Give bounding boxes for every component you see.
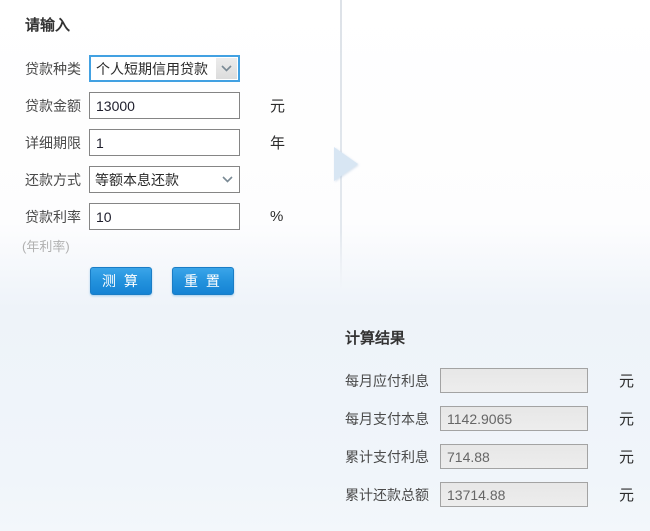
loan-type-dropdown-button[interactable] xyxy=(216,58,237,79)
vertical-divider xyxy=(340,0,342,290)
total-repayment-row: 累计还款总额 元 xyxy=(345,482,645,507)
reset-button[interactable]: 重 置 xyxy=(172,267,234,295)
loan-type-selected-value: 个人短期信用贷款 xyxy=(96,60,208,77)
monthly-interest-row: 每月应付利息 元 xyxy=(345,368,645,393)
calculation-result-panel: 计算结果 每月应付利息 元 每月支付本息 元 累计支付利息 元 累计还款总额 元 xyxy=(345,327,645,520)
annual-rate-note: (年利率) xyxy=(22,239,70,254)
repayment-method-select[interactable]: 等额本息还款 xyxy=(89,166,240,193)
loan-amount-input[interactable] xyxy=(89,92,240,119)
interest-rate-row: 贷款利率 % xyxy=(25,203,325,230)
interest-rate-input[interactable] xyxy=(89,203,240,230)
interest-rate-unit: % xyxy=(270,208,284,225)
total-interest-row: 累计支付利息 元 xyxy=(345,444,645,469)
calculate-button[interactable]: 测 算 xyxy=(90,267,152,295)
loan-amount-unit: 元 xyxy=(270,98,286,115)
total-interest-unit: 元 xyxy=(619,449,635,466)
monthly-principal-interest-unit: 元 xyxy=(619,411,635,428)
total-interest-label: 累计支付利息 xyxy=(345,448,429,465)
repayment-method-dropdown-button[interactable] xyxy=(217,169,238,190)
input-panel-title: 请输入 xyxy=(25,17,71,34)
monthly-interest-label: 每月应付利息 xyxy=(345,372,429,389)
loan-type-select[interactable]: 个人短期信用贷款 xyxy=(89,55,240,82)
loan-term-label: 详细期限 xyxy=(25,134,81,151)
total-interest-field xyxy=(440,444,588,469)
loan-input-panel: 请输入 贷款种类 个人短期信用贷款 贷款金额 元 详细期限 年 还款方式 等额本… xyxy=(22,14,325,295)
loan-term-unit: 年 xyxy=(270,135,286,152)
loan-term-row: 详细期限 年 xyxy=(25,129,325,156)
loan-amount-row: 贷款金额 元 xyxy=(25,92,325,119)
loan-term-input[interactable] xyxy=(89,129,240,156)
button-row: 测 算 重 置 xyxy=(90,267,325,295)
flow-arrow-icon xyxy=(334,147,358,181)
monthly-principal-interest-row: 每月支付本息 元 xyxy=(345,406,645,431)
total-repayment-unit: 元 xyxy=(619,487,635,504)
monthly-principal-interest-label: 每月支付本息 xyxy=(345,410,429,427)
loan-amount-label: 贷款金额 xyxy=(25,97,81,114)
chevron-down-icon xyxy=(221,65,232,72)
repayment-method-row: 还款方式 等额本息还款 xyxy=(25,166,325,193)
repayment-method-selected-value: 等额本息还款 xyxy=(95,171,179,188)
total-repayment-field xyxy=(440,482,588,507)
monthly-interest-field xyxy=(440,368,588,393)
total-repayment-label: 累计还款总额 xyxy=(345,486,429,503)
monthly-interest-unit: 元 xyxy=(619,373,635,390)
repayment-method-label: 还款方式 xyxy=(25,171,81,188)
interest-rate-label: 贷款利率 xyxy=(25,208,81,225)
loan-type-row: 贷款种类 个人短期信用贷款 xyxy=(25,55,325,82)
result-panel-title: 计算结果 xyxy=(345,330,406,347)
loan-type-label: 贷款种类 xyxy=(25,60,81,77)
chevron-down-icon xyxy=(222,176,233,183)
monthly-principal-interest-field xyxy=(440,406,588,431)
